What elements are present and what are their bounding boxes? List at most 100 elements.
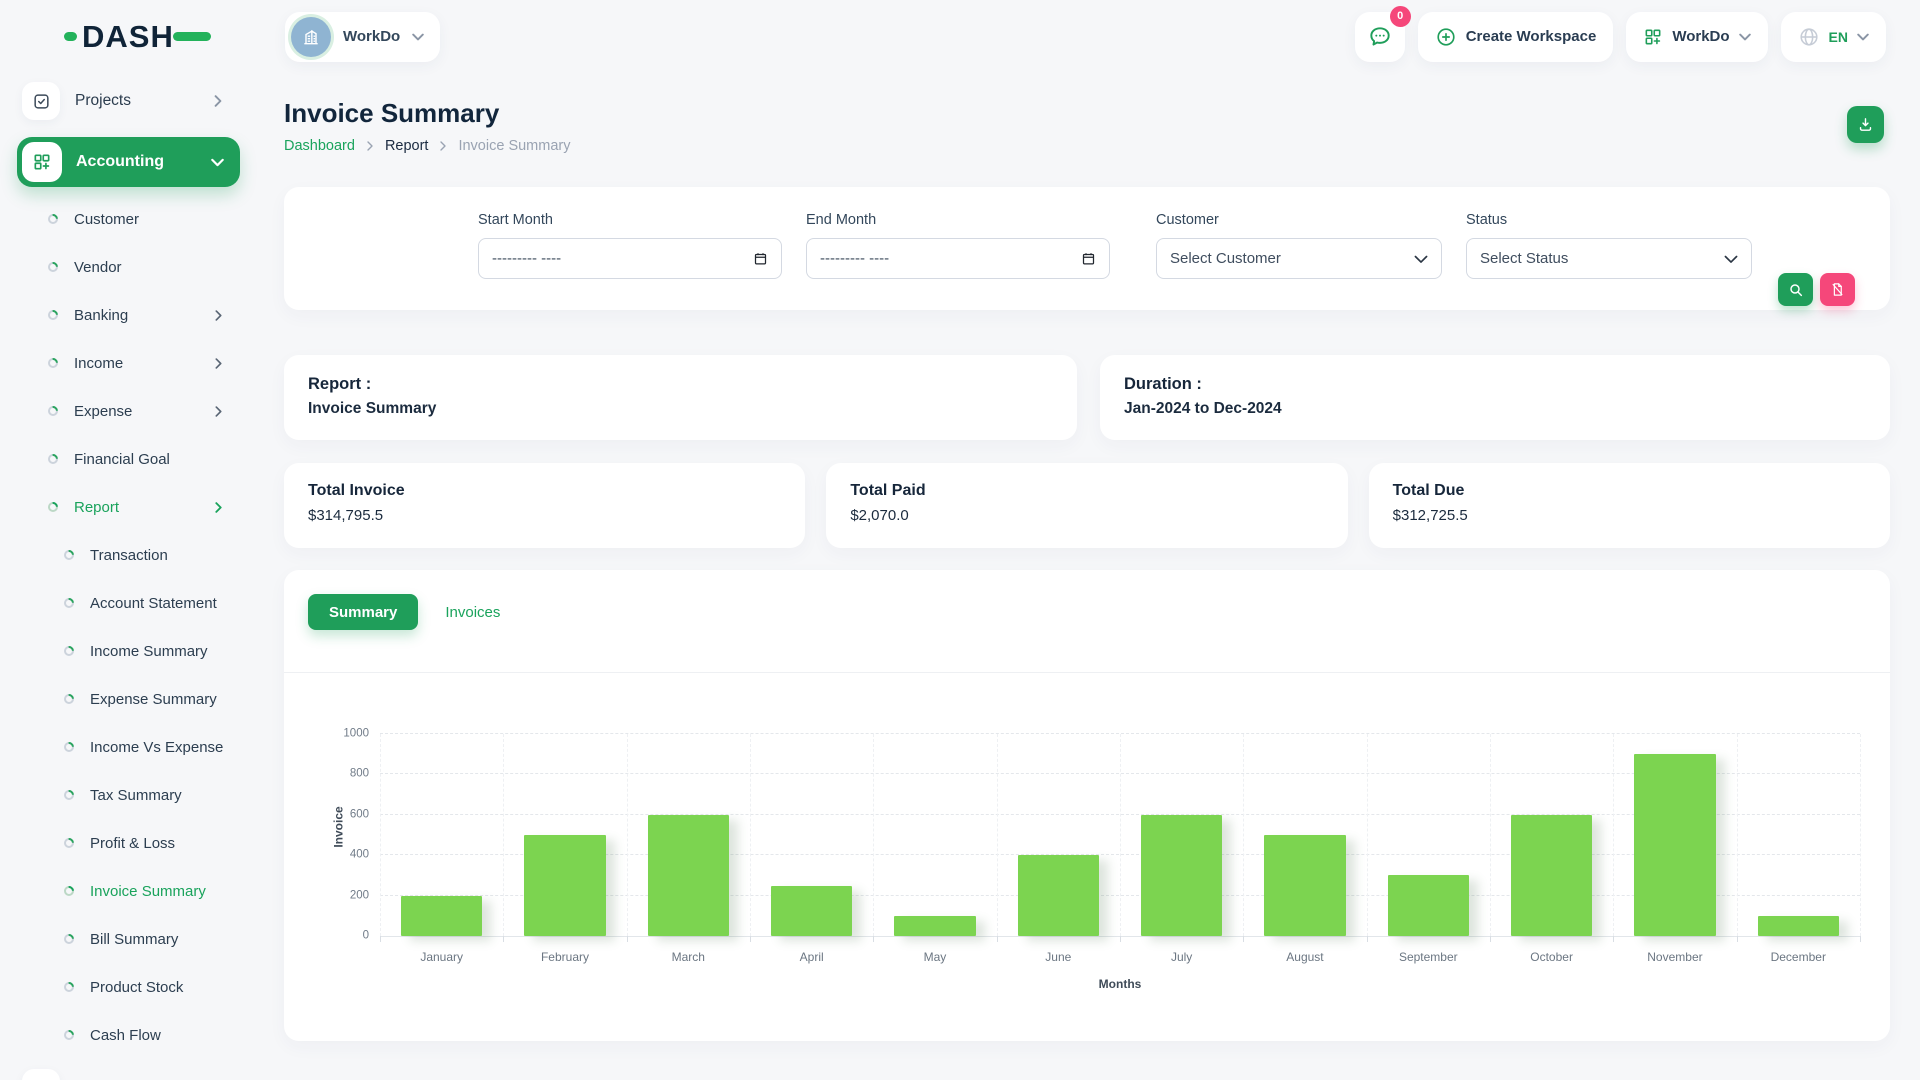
bullet-icon [64, 742, 74, 752]
status-select-value: Select Status [1480, 250, 1568, 267]
chat-icon [1367, 24, 1393, 50]
sidebar-item-label: Account Statement [90, 595, 217, 612]
chevron-right-icon [365, 141, 375, 151]
total-paid-card: Total Paid $2,070.0 [826, 463, 1347, 548]
tab-summary[interactable]: Summary [308, 594, 418, 630]
report-label: Report : [308, 375, 1053, 394]
sidebar-item-income[interactable]: Income [0, 339, 260, 387]
workspace-selector[interactable]: WorkDo [285, 12, 440, 62]
logo-text: DASH [82, 21, 174, 52]
bar-january [401, 896, 482, 936]
bullet-icon [48, 454, 58, 464]
sidebar-item-banking[interactable]: Banking [0, 291, 260, 339]
sidebar-item-hrm[interactable]: HRM [0, 1062, 260, 1080]
create-workspace-label: Create Workspace [1466, 28, 1597, 45]
sidebar-item-profit-loss[interactable]: Profit & Loss [0, 819, 260, 867]
bar-june [1018, 855, 1099, 936]
bullet-icon [64, 1030, 74, 1040]
workdo-menu-button[interactable]: WorkDo [1626, 12, 1767, 62]
x-tick-mark [503, 936, 504, 942]
sidebar-item-expense[interactable]: Expense [0, 387, 260, 435]
start-month-input[interactable]: --------- ---- [478, 238, 782, 279]
total-invoice-label: Total Invoice [308, 482, 781, 500]
x-label-september: September [1367, 950, 1490, 964]
chart-card: Summary Invoices Invoice 020040060080010… [284, 570, 1890, 1041]
sidebar-item-cash-flow[interactable]: Cash Flow [0, 1011, 260, 1059]
bar-september [1388, 875, 1469, 936]
total-due-label: Total Due [1393, 482, 1866, 500]
sidebar-item-projects[interactable]: Projects [0, 75, 260, 127]
status-label: Status [1466, 212, 1752, 228]
sidebar-item-bill-summary[interactable]: Bill Summary [0, 915, 260, 963]
end-month-value: --------- ---- [820, 250, 889, 267]
status-select[interactable]: Select Status [1466, 238, 1752, 279]
calendar-icon [753, 251, 768, 266]
sidebar-item-tax-summary[interactable]: Tax Summary [0, 771, 260, 819]
create-workspace-button[interactable]: Create Workspace [1418, 12, 1614, 62]
bar-slot-february [503, 734, 626, 936]
bullet-icon [48, 214, 58, 224]
sidebar-item-label: Report [74, 499, 119, 516]
bullet-icon [48, 406, 58, 416]
reset-filter-button[interactable] [1820, 273, 1855, 306]
totals-row: Total Invoice $314,795.5 Total Paid $2,0… [284, 463, 1890, 548]
y-tick-label: 600 [350, 808, 369, 820]
breadcrumb-report[interactable]: Report [385, 138, 429, 154]
sidebar-item-expense-summary[interactable]: Expense Summary [0, 675, 260, 723]
sidebar-item-label: Bill Summary [90, 931, 178, 948]
x-tick-mark [1120, 936, 1121, 942]
tab-invoices[interactable]: Invoices [445, 604, 500, 621]
total-invoice-card: Total Invoice $314,795.5 [284, 463, 805, 548]
sidebar-item-label: Cash Flow [90, 1027, 161, 1044]
main-content: Invoice Summary Dashboard Report Invoice… [260, 73, 1920, 1080]
vertical-gridline [1860, 734, 1861, 936]
sidebar-item-transaction[interactable]: Transaction [0, 531, 260, 579]
x-label-may: May [873, 950, 996, 964]
customer-label: Customer [1156, 212, 1442, 228]
download-icon [1857, 116, 1874, 133]
workspace-avatar [291, 17, 331, 57]
chevron-down-icon [211, 156, 224, 169]
bar-slot-october [1490, 734, 1613, 936]
customer-select[interactable]: Select Customer [1156, 238, 1442, 279]
download-button[interactable] [1847, 106, 1884, 143]
customer-group: Customer Select Customer [1156, 212, 1442, 310]
sidebar-item-income-vs-expense[interactable]: Income Vs Expense [0, 723, 260, 771]
sidebar-item-financial-goal[interactable]: Financial Goal [0, 435, 260, 483]
breadcrumb-dashboard[interactable]: Dashboard [284, 138, 355, 154]
page-title: Invoice Summary [284, 98, 1890, 129]
report-card: Report : Invoice Summary [284, 355, 1077, 440]
end-month-input[interactable]: --------- ---- [806, 238, 1110, 279]
x-tick-mark [1243, 936, 1244, 942]
chevron-right-icon [212, 95, 224, 107]
sidebar-item-vendor[interactable]: Vendor [0, 243, 260, 291]
x-label-november: November [1613, 950, 1736, 964]
sidebar-item-report[interactable]: Report [0, 483, 260, 531]
apply-filter-button[interactable] [1778, 273, 1813, 306]
sidebar-item-invoice-summary[interactable]: Invoice Summary [0, 867, 260, 915]
breadcrumb: Dashboard Report Invoice Summary [284, 138, 1890, 154]
x-tick-mark [1737, 936, 1738, 942]
bullet-icon [64, 550, 74, 560]
messages-button[interactable]: 0 [1355, 12, 1405, 62]
chevron-right-icon [213, 358, 224, 369]
bullet-icon [64, 598, 74, 608]
bar-slot-january [380, 734, 503, 936]
bar-slot-august [1243, 734, 1366, 936]
x-axis-title: Months [380, 977, 1860, 991]
x-tick-mark [380, 936, 381, 942]
bar-july [1141, 815, 1222, 936]
bullet-icon [48, 310, 58, 320]
y-tick-label: 1000 [343, 727, 369, 739]
sidebar-item-income-summary[interactable]: Income Summary [0, 627, 260, 675]
app-logo[interactable]: DASH [64, 21, 211, 52]
sidebar-item-account-statement[interactable]: Account Statement [0, 579, 260, 627]
y-tick-label: 400 [350, 849, 369, 861]
language-selector[interactable]: EN [1781, 12, 1886, 62]
end-month-label: End Month [806, 212, 1110, 228]
topbar: DASH WorkDo [0, 0, 1920, 73]
calendar-icon [1081, 251, 1096, 266]
sidebar-item-product-stock[interactable]: Product Stock [0, 963, 260, 1011]
sidebar-item-accounting[interactable]: Accounting [17, 137, 240, 187]
sidebar-item-customer[interactable]: Customer [0, 195, 260, 243]
